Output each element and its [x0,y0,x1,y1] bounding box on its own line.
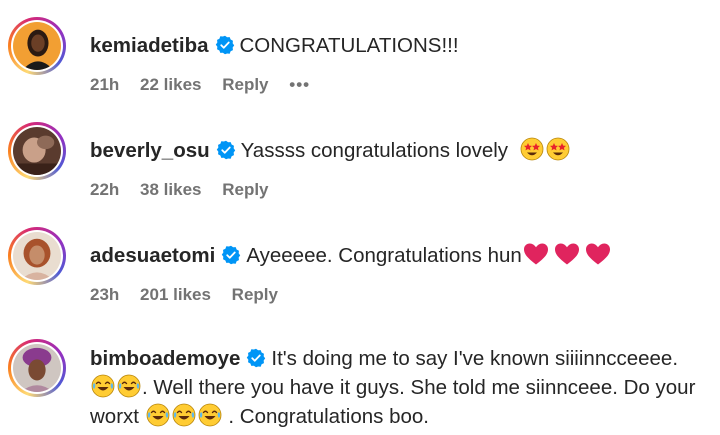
avatar[interactable] [8,339,66,397]
avatar[interactable] [8,122,66,180]
username[interactable]: beverly_osu [90,139,210,162]
timestamp[interactable]: 21h [90,75,119,94]
star-struck-emoji-icon [520,137,544,161]
username[interactable]: kemiadetiba [90,34,209,57]
comment-text: Yassss congratulations lovely [240,139,509,162]
verified-badge-icon [215,35,235,55]
likes-count[interactable]: 38 likes [140,180,201,199]
likes-count[interactable]: 201 likes [140,285,211,304]
red-heart-emoji-icon [585,242,611,266]
username[interactable]: adesuaetomi [90,244,215,267]
username[interactable]: bimboademoye [90,347,240,370]
comment-text-part1: It's doing me to say I've known siiiinnc… [271,347,679,370]
tears-of-joy-emoji-icon [172,403,196,427]
comment-text: CONGRATULATIONS!!! [239,34,459,57]
more-options-icon[interactable]: ••• [289,75,310,94]
reply-button[interactable]: Reply [232,285,278,304]
tears-of-joy-emoji-icon [198,403,222,427]
avatar[interactable] [8,17,66,75]
avatar[interactable] [8,227,66,285]
reply-button[interactable]: Reply [222,180,268,199]
likes-count[interactable]: 22 likes [140,75,201,94]
verified-badge-icon [246,348,266,368]
timestamp[interactable]: 22h [90,180,119,199]
star-struck-emoji-icon [546,137,570,161]
tears-of-joy-emoji-icon [117,374,141,398]
comment-text: Ayeeeee. Congratulations hun [246,244,522,267]
reply-button[interactable]: Reply [222,75,268,94]
tears-of-joy-emoji-icon [91,374,115,398]
verified-badge-icon [216,140,236,160]
tears-of-joy-emoji-icon [146,403,170,427]
red-heart-emoji-icon [554,242,580,266]
comment-text-part3: . Congratulations boo. [228,405,429,428]
timestamp[interactable]: 23h [90,285,119,304]
red-heart-emoji-icon [523,242,549,266]
verified-badge-icon [221,245,241,265]
